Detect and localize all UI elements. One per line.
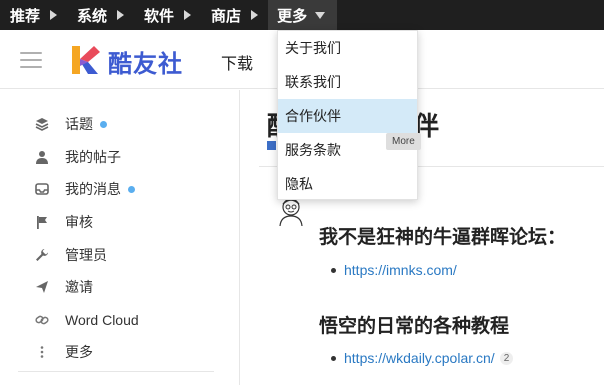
topnav-item-label: 系统	[77, 7, 108, 25]
sidebar-item-label: 管理员	[65, 247, 107, 263]
caret-right-icon	[50, 10, 58, 20]
sidebar-item-label: 邀请	[65, 279, 93, 295]
sidebar-item-review[interactable]: 审核	[34, 210, 93, 234]
download-link[interactable]: 下载	[221, 50, 253, 74]
sidebar-item-invite[interactable]: 邀请	[34, 275, 93, 299]
bullet-icon	[331, 356, 336, 361]
sidebar-item-word-cloud[interactable]: Word Cloud	[34, 308, 139, 332]
menu-item-partners[interactable]: 合作伙伴	[278, 99, 417, 133]
topnav-item-recommend[interactable]: 推荐	[0, 0, 67, 30]
bullet-icon	[331, 268, 336, 273]
link[interactable]: https://wkdaily.cpolar.cn/	[344, 350, 495, 366]
tooltip: More	[386, 133, 421, 150]
sidebar-item-label: 我的消息	[65, 181, 121, 197]
unread-dot	[100, 120, 107, 128]
list-item: https://wkdaily.cpolar.cn/ 2	[331, 350, 514, 366]
sidebar-item-more[interactable]: 更多	[34, 340, 93, 364]
caret-right-icon	[251, 10, 259, 20]
unread-dot	[128, 185, 135, 193]
topnav-item-more[interactable]: 更多	[268, 0, 338, 30]
sidebar-item-my-messages[interactable]: 我的消息	[34, 177, 135, 201]
category-badge[interactable]	[267, 141, 276, 150]
more-vertical-icon	[34, 344, 50, 360]
inbox-icon	[34, 181, 50, 197]
user-icon	[34, 149, 50, 165]
sidebar-item-label: 话题	[65, 116, 93, 132]
caret-right-icon	[184, 10, 192, 20]
menu-item-privacy[interactable]: 隐私	[278, 167, 417, 201]
topnav-item-label: 商店	[211, 7, 242, 25]
link[interactable]: https://imnks.com/	[344, 262, 457, 278]
sidebar-item-label: 更多	[65, 344, 93, 360]
menu-item-label: 关于我们	[285, 40, 341, 56]
menu-item-label: 隐私	[285, 176, 313, 192]
sidebar: 话题 我的帖子 我的消息 审核 管理员 邀请 Word Cloud 更多	[0, 90, 240, 385]
sidebar-item-label: 我的帖子	[65, 149, 121, 165]
list-item: https://imnks.com/	[331, 262, 457, 278]
sidebar-item-admins[interactable]: 管理员	[34, 243, 107, 267]
sidebar-divider	[18, 371, 214, 372]
topnav-item-software[interactable]: 软件	[134, 0, 201, 30]
menu-item-about[interactable]: 关于我们	[278, 31, 417, 65]
topnav-item-label: 更多	[277, 7, 308, 25]
menu-item-label: 合作伙伴	[285, 108, 341, 124]
site-logo[interactable]	[66, 42, 102, 78]
click-count-badge: 2	[499, 351, 514, 365]
more-dropdown-menu: 关于我们 联系我们 合作伙伴 服务条款 隐私	[277, 30, 418, 200]
topnav-item-system[interactable]: 系统	[67, 0, 134, 30]
menu-icon[interactable]	[20, 52, 42, 68]
flag-icon	[34, 214, 50, 230]
menu-item-contact[interactable]: 联系我们	[278, 65, 417, 99]
menu-item-label: 联系我们	[285, 74, 341, 90]
send-icon	[34, 279, 50, 295]
caret-down-icon	[315, 11, 326, 19]
sidebar-item-label: Word Cloud	[65, 312, 139, 328]
menu-item-label: 服务条款	[285, 142, 341, 158]
section-heading: 悟空的日常的各种教程	[319, 316, 510, 337]
wrench-icon	[34, 247, 50, 263]
sidebar-item-topics[interactable]: 话题	[34, 112, 107, 136]
sidebar-item-label: 审核	[65, 214, 93, 230]
caret-right-icon	[117, 10, 125, 20]
site-name[interactable]: 酷友社	[108, 44, 183, 79]
link-icon	[34, 312, 50, 328]
layers-icon	[34, 116, 50, 132]
sidebar-item-my-posts[interactable]: 我的帖子	[34, 145, 121, 169]
topnav-item-label: 推荐	[10, 7, 41, 25]
top-nav: 推荐 系统 软件 商店 更多	[0, 0, 604, 30]
topnav-item-store[interactable]: 商店	[201, 0, 268, 30]
topnav-item-label: 软件	[144, 7, 175, 25]
section-heading: 我不是狂神的牛逼群晖论坛：	[319, 227, 567, 248]
